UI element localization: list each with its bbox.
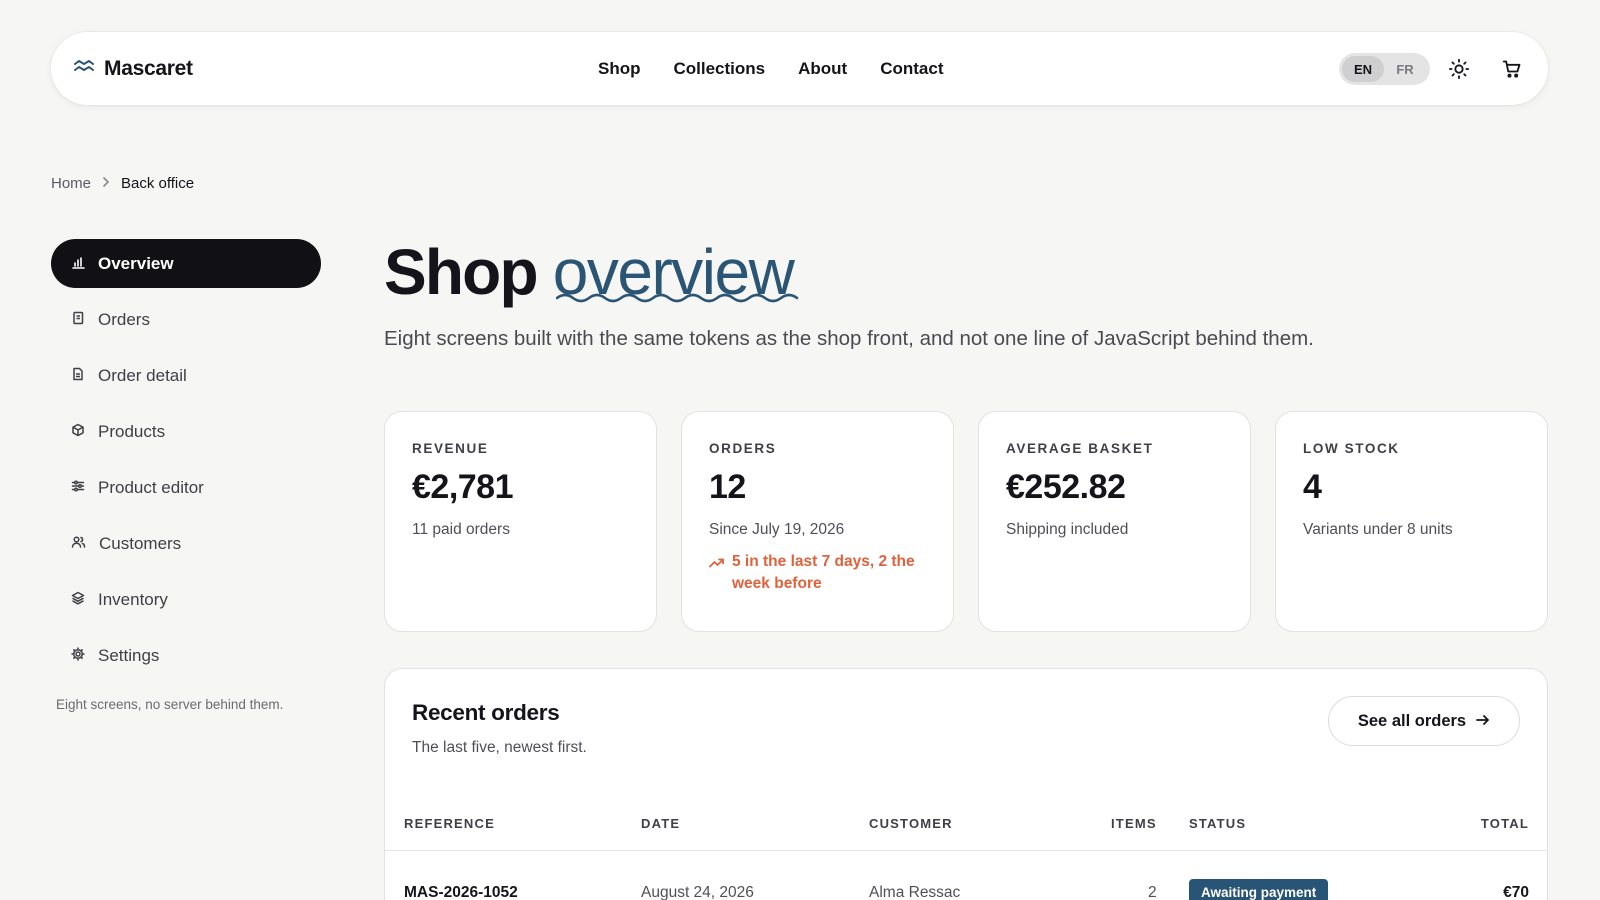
sidebar-item-product-editor[interactable]: Product editor (51, 463, 321, 512)
kpi-note: Shipping included (1006, 521, 1129, 538)
table-divider (385, 850, 1547, 851)
kpi-card-average-basket: AVERAGE BASKET €252.82 Shipping included (978, 411, 1251, 632)
kpi-trend-text: 5 in the last 7 days, 2 the week before (732, 553, 915, 592)
document-icon (71, 366, 85, 386)
top-header: Mascaret Shop Collections About Contact … (51, 32, 1548, 105)
kpi-value: €252.82 (1006, 468, 1126, 506)
nav-shop[interactable]: Shop (598, 59, 641, 79)
sidebar-item-products[interactable]: Products (51, 407, 321, 456)
see-all-label: See all orders (1357, 711, 1467, 730)
sidebar-item-label: Inventory (98, 589, 168, 609)
page-title-plain: Shop (384, 236, 539, 308)
kpi-trend: 5 in the last 7 days, 2 the week before (709, 551, 926, 595)
recent-orders-subtitle: The last five, newest first. (412, 739, 587, 756)
column-header-total[interactable]: TOTAL (1481, 816, 1529, 831)
order-date: August 24, 2026 (641, 884, 754, 900)
kpi-note: 11 paid orders (412, 521, 510, 538)
sidebar-item-label: Overview (98, 253, 174, 273)
sliders-icon (71, 478, 85, 498)
kpi-value: 4 (1303, 468, 1322, 506)
cart-icon[interactable] (1499, 56, 1525, 82)
sun-icon[interactable] (1446, 56, 1472, 82)
kpi-card-low-stock: LOW STOCK 4 Variants under 8 units (1275, 411, 1548, 632)
lang-fr[interactable]: FR (1384, 56, 1426, 82)
column-header-status[interactable]: STATUS (1189, 816, 1246, 831)
sidebar-item-order-detail[interactable]: Order detail (51, 351, 321, 400)
status-badge: Awaiting payment (1189, 879, 1329, 900)
kpi-value: €2,781 (412, 468, 514, 506)
see-all-orders-button[interactable]: See all orders (1328, 696, 1520, 746)
sidebar-item-overview[interactable]: Overview (51, 239, 321, 288)
sidebar-item-label: Settings (98, 645, 160, 665)
kpi-value: 12 (709, 468, 746, 506)
gear-icon (71, 646, 85, 666)
order-customer: Alma Ressac (869, 884, 961, 900)
sidebar-note: Eight screens, no server behind them. (56, 697, 284, 712)
column-header-customer[interactable]: CUSTOMER (869, 816, 953, 831)
sidebar-item-inventory[interactable]: Inventory (51, 575, 321, 624)
sidebar-item-label: Customers (99, 533, 182, 553)
box-icon (71, 422, 85, 442)
wave-underline (556, 293, 799, 303)
recent-orders-panel: Recent orders The last five, newest firs… (384, 668, 1548, 900)
chevron-right-icon (101, 175, 111, 192)
breadcrumb-home[interactable]: Home (51, 175, 91, 192)
kpi-cards: REVENUE €2,781 11 paid orders ORDERS 12 … (384, 411, 1548, 632)
sidebar-item-label: Products (98, 421, 166, 441)
breadcrumb: Home Back office (51, 175, 194, 192)
kpi-note: Since July 19, 2026 (709, 521, 845, 538)
arrow-right-icon (1476, 712, 1490, 731)
layers-icon (71, 590, 85, 610)
recent-orders-title: Recent orders (412, 700, 560, 725)
waves-logo-icon (73, 58, 95, 79)
column-header-reference[interactable]: REFERENCE (404, 816, 495, 831)
kpi-label: REVENUE (412, 441, 489, 456)
order-total: €70 (1503, 884, 1529, 900)
sidebar-item-label: Order detail (98, 365, 187, 385)
kpi-label: ORDERS (709, 441, 777, 456)
trending-up-icon (709, 551, 724, 595)
order-items: 2 (1148, 884, 1157, 900)
lang-en[interactable]: EN (1342, 56, 1384, 82)
sidebar-item-settings[interactable]: Settings (51, 631, 321, 680)
kpi-label: AVERAGE BASKET (1006, 441, 1154, 456)
sidebar: Overview Orders Order detail Products Pr… (51, 239, 321, 712)
column-header-items[interactable]: ITEMS (1111, 816, 1157, 831)
column-header-date[interactable]: DATE (641, 816, 680, 831)
kpi-card-revenue: REVENUE €2,781 11 paid orders (384, 411, 657, 632)
kpi-note: Variants under 8 units (1303, 521, 1453, 538)
sidebar-item-orders[interactable]: Orders (51, 295, 321, 344)
sidebar-item-customers[interactable]: Customers (51, 519, 321, 568)
kpi-label: LOW STOCK (1303, 441, 1400, 456)
language-switcher: EN FR (1339, 53, 1430, 85)
brand-name: Mascaret (104, 56, 193, 80)
breadcrumb-current: Back office (121, 175, 195, 192)
brand[interactable]: Mascaret (73, 32, 193, 105)
main-nav: Shop Collections About Contact (598, 32, 944, 105)
nav-contact[interactable]: Contact (880, 59, 943, 79)
nav-about[interactable]: About (798, 59, 847, 79)
sidebar-item-label: Orders (98, 309, 150, 329)
nav-collections[interactable]: Collections (674, 59, 766, 79)
page-subtitle: Eight screens built with the same tokens… (384, 327, 1314, 350)
kpi-card-orders: ORDERS 12 Since July 19, 2026 5 in the l… (681, 411, 954, 632)
users-icon (71, 534, 86, 554)
order-reference[interactable]: MAS-2026-1052 (404, 884, 518, 900)
receipt-icon (71, 310, 85, 330)
sidebar-item-label: Product editor (98, 477, 204, 497)
bar-chart-icon (71, 254, 85, 274)
